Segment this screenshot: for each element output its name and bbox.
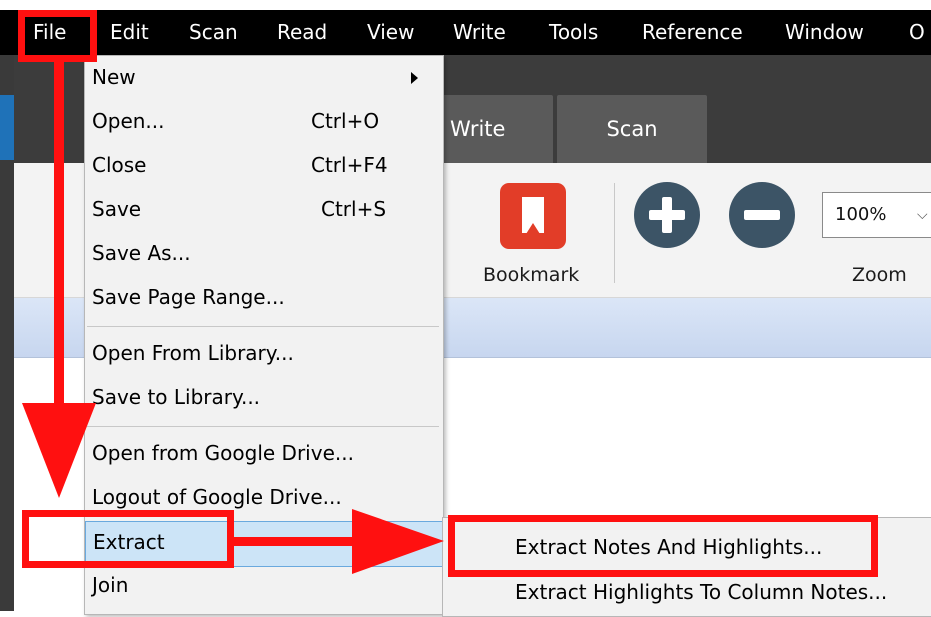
- arrow-down-icon: [22, 403, 96, 498]
- arrow-right-icon: [352, 509, 444, 574]
- arrow-down-shaft: [54, 58, 64, 403]
- arrow-right-shaft: [234, 537, 360, 546]
- annotation-arrows: [22, 58, 444, 574]
